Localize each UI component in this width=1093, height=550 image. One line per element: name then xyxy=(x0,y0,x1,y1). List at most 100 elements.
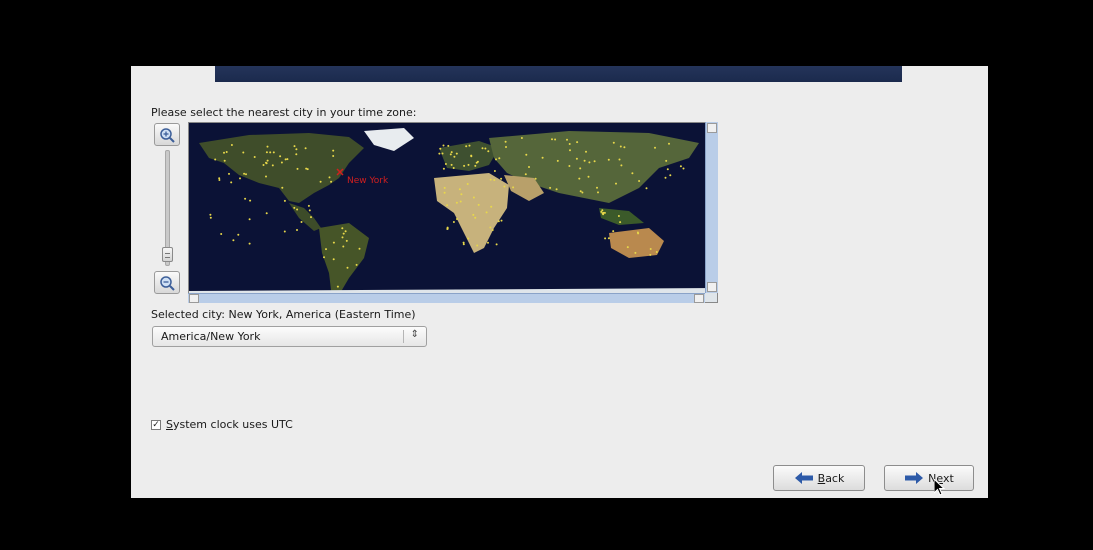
city-dot[interactable] xyxy=(636,231,639,234)
city-dot[interactable] xyxy=(491,229,494,231)
city-dot[interactable] xyxy=(602,213,605,216)
city-dot[interactable] xyxy=(512,186,515,189)
city-dot[interactable] xyxy=(305,167,308,170)
city-dot[interactable] xyxy=(342,232,345,235)
city-dot[interactable] xyxy=(284,158,287,161)
city-dot[interactable] xyxy=(668,142,670,145)
city-dot[interactable] xyxy=(587,175,590,178)
city-dot[interactable] xyxy=(223,159,226,162)
city-dot[interactable] xyxy=(498,157,501,160)
city-dot[interactable] xyxy=(444,163,447,165)
city-dot[interactable] xyxy=(280,161,283,164)
map-vertical-scrollbar[interactable] xyxy=(705,122,718,293)
city-dot[interactable] xyxy=(460,193,463,196)
city-dot[interactable] xyxy=(520,137,523,139)
city-dot[interactable] xyxy=(244,197,247,200)
city-dot[interactable] xyxy=(209,213,212,216)
city-dot[interactable] xyxy=(569,149,571,152)
city-dot[interactable] xyxy=(242,151,245,154)
city-dot[interactable] xyxy=(593,160,596,163)
city-dot[interactable] xyxy=(462,241,465,244)
city-dot[interactable] xyxy=(336,285,339,288)
city-dot[interactable] xyxy=(556,159,559,162)
city-dot[interactable] xyxy=(619,145,622,148)
city-dot[interactable] xyxy=(293,145,296,148)
city-dot[interactable] xyxy=(271,164,274,167)
city-dot[interactable] xyxy=(493,170,496,172)
city-dot[interactable] xyxy=(262,164,265,166)
city-dot[interactable] xyxy=(453,155,456,158)
city-dot[interactable] xyxy=(549,186,552,189)
next-button[interactable]: Next xyxy=(884,465,974,491)
city-dot[interactable] xyxy=(500,219,503,222)
city-dot[interactable] xyxy=(612,230,615,233)
city-dot[interactable] xyxy=(645,187,648,190)
back-button[interactable]: Back xyxy=(773,465,865,491)
city-dot[interactable] xyxy=(495,243,498,246)
city-dot[interactable] xyxy=(441,152,444,155)
city-dot[interactable] xyxy=(655,251,658,253)
city-dot[interactable] xyxy=(489,226,492,229)
city-dot[interactable] xyxy=(503,185,506,188)
timezone-select[interactable]: America/New York ⇕ xyxy=(152,326,427,347)
city-dot[interactable] xyxy=(344,230,347,233)
city-dot[interactable] xyxy=(296,208,299,211)
city-dot[interactable] xyxy=(323,256,325,259)
city-dot[interactable] xyxy=(456,218,458,220)
city-dot[interactable] xyxy=(585,150,587,153)
city-dot[interactable] xyxy=(484,147,487,150)
city-dot[interactable] xyxy=(223,151,225,154)
city-dot[interactable] xyxy=(534,177,537,180)
city-dot[interactable] xyxy=(679,165,682,168)
city-dot[interactable] xyxy=(265,161,267,164)
city-dot[interactable] xyxy=(293,206,296,209)
city-dot[interactable] xyxy=(439,147,442,150)
city-dot[interactable] xyxy=(604,237,607,240)
city-dot[interactable] xyxy=(272,151,275,154)
world-map[interactable]: New York xyxy=(188,122,718,303)
city-dot[interactable] xyxy=(631,172,634,175)
city-dot[interactable] xyxy=(466,183,469,185)
city-dot[interactable] xyxy=(477,203,480,206)
city-dot[interactable] xyxy=(345,239,348,242)
city-dot[interactable] xyxy=(525,153,528,156)
city-dot[interactable] xyxy=(449,153,452,156)
city-dot[interactable] xyxy=(248,218,251,221)
city-dot[interactable] xyxy=(225,151,228,153)
city-dot[interactable] xyxy=(304,147,307,150)
city-dot[interactable] xyxy=(474,216,477,219)
city-dot[interactable] xyxy=(442,144,445,147)
city-dot[interactable] xyxy=(232,239,235,242)
city-dot[interactable] xyxy=(575,157,578,160)
city-dot[interactable] xyxy=(265,212,268,215)
city-dot[interactable] xyxy=(476,160,479,163)
city-dot[interactable] xyxy=(551,138,553,141)
city-dot[interactable] xyxy=(664,176,667,179)
city-dot[interactable] xyxy=(576,141,579,144)
city-dot[interactable] xyxy=(481,147,484,150)
city-dot[interactable] xyxy=(505,146,507,148)
utc-checkbox-row[interactable]: ✓ System clock uses UTC xyxy=(151,418,293,431)
city-dot[interactable] xyxy=(446,204,449,207)
city-dot[interactable] xyxy=(265,175,267,178)
city-dot[interactable] xyxy=(665,159,668,162)
city-dot[interactable] xyxy=(485,211,488,214)
city-dot[interactable] xyxy=(300,221,303,223)
city-dot[interactable] xyxy=(568,143,571,145)
city-dot[interactable] xyxy=(346,266,349,269)
city-dot[interactable] xyxy=(341,236,344,239)
city-dot[interactable] xyxy=(541,156,544,159)
city-dot[interactable] xyxy=(649,248,652,250)
city-dot[interactable] xyxy=(452,221,455,223)
city-dot[interactable] xyxy=(253,156,256,158)
city-dot[interactable] xyxy=(474,164,477,167)
city-dot[interactable] xyxy=(682,167,685,170)
city-dot[interactable] xyxy=(249,199,252,202)
city-dot[interactable] xyxy=(459,200,462,203)
city-dot[interactable] xyxy=(468,144,471,147)
city-dot[interactable] xyxy=(325,248,327,251)
city-dot[interactable] xyxy=(248,242,251,245)
city-dot[interactable] xyxy=(296,167,299,170)
city-dot[interactable] xyxy=(446,226,449,229)
city-dot[interactable] xyxy=(230,181,233,184)
